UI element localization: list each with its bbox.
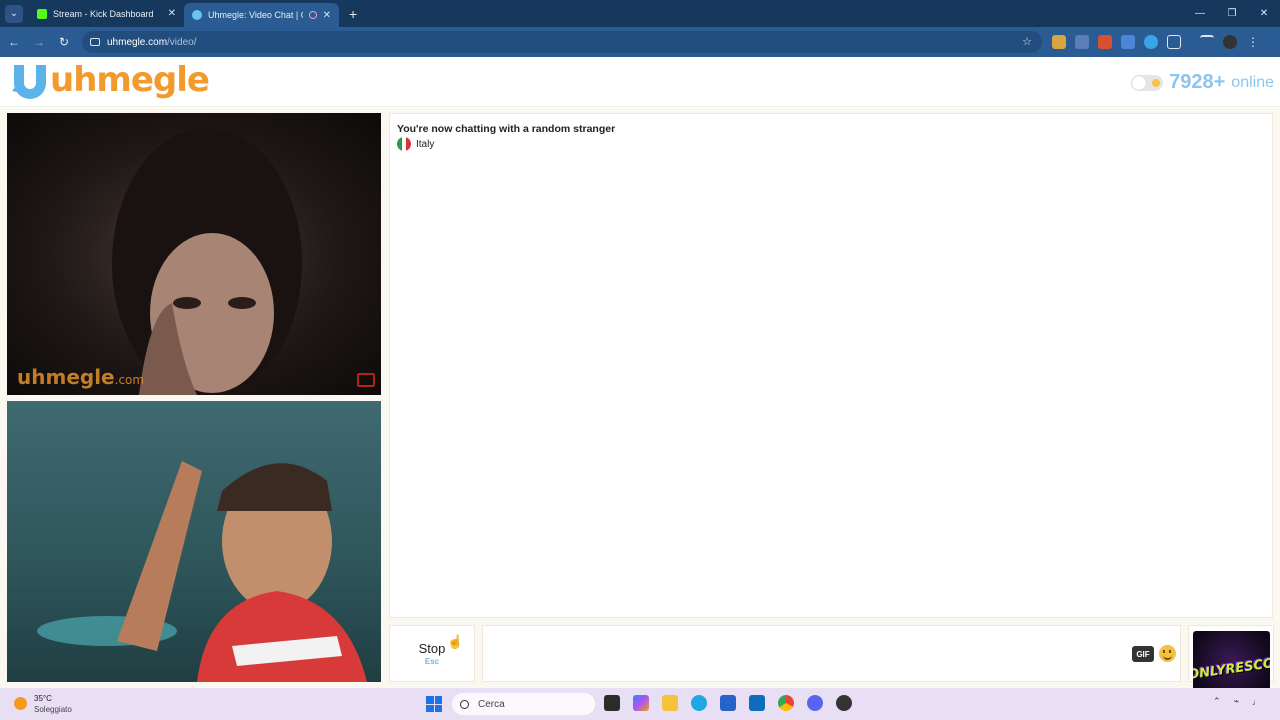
url-input[interactable]: uhmegle.com/video/ ☆ xyxy=(82,31,1042,53)
restore-icon[interactable]: ❐ xyxy=(1216,8,1248,19)
site-header: uhmegle 7928+ online xyxy=(0,57,1280,107)
taskbar-search-input[interactable]: Cerca xyxy=(452,693,595,715)
store-icon[interactable] xyxy=(720,695,736,711)
browser-menu-icon[interactable]: ⋮ xyxy=(1246,35,1260,49)
uhmegle-logo[interactable]: uhmegle xyxy=(8,60,210,101)
windows-taskbar: 35°C Soleggiato Cerca ⌃ ⌁ ♩ xyxy=(0,688,1280,720)
uhmegle-favicon-icon xyxy=(192,10,202,20)
logo-text: uhmegle xyxy=(50,60,210,100)
extensions-toolbar: ⋮ xyxy=(1052,35,1260,49)
window-controls: — ❐ ✕ xyxy=(1184,0,1280,27)
microphone-icon[interactable]: ♩ xyxy=(1252,697,1261,707)
country-name: Italy xyxy=(416,138,435,150)
search-placeholder: Cerca xyxy=(478,698,505,710)
bookmark-star-icon[interactable]: ☆ xyxy=(1022,35,1032,48)
task-view-icon[interactable] xyxy=(604,695,620,711)
italy-flag-icon xyxy=(397,137,411,151)
extensions-puzzle-icon[interactable] xyxy=(1167,35,1181,49)
self-video xyxy=(7,401,381,682)
emoji-icon[interactable] xyxy=(1159,645,1176,662)
system-tray: ⌃ ⌁ ♩ xyxy=(1213,696,1280,707)
kick-favicon-icon xyxy=(37,8,47,19)
tab-bar: ⌄ Stream - Kick Dashboard ✕ Uhmegle: Vid… xyxy=(0,0,1280,27)
back-icon[interactable]: ← xyxy=(3,35,25,49)
copilot-icon[interactable] xyxy=(633,695,649,711)
online-label: online xyxy=(1231,73,1274,91)
chrome-icon[interactable] xyxy=(778,695,794,711)
site-info-icon[interactable] xyxy=(90,38,100,46)
forward-icon[interactable]: → xyxy=(28,35,50,49)
close-window-icon[interactable]: ✕ xyxy=(1248,8,1280,19)
stranger-video-frame xyxy=(112,128,302,395)
online-count: 7928+ xyxy=(1169,71,1226,93)
close-tab-icon[interactable]: ✕ xyxy=(323,10,331,21)
tab-title: Stream - Kick Dashboard xyxy=(53,8,154,19)
weather-temperature: 35°C xyxy=(34,694,52,703)
discord-icon[interactable] xyxy=(807,695,823,711)
edge-icon[interactable] xyxy=(691,695,707,711)
minimize-icon[interactable]: — xyxy=(1184,8,1216,19)
stop-label: Stop xyxy=(418,641,446,656)
report-flag-icon[interactable] xyxy=(357,373,375,387)
app-icon[interactable] xyxy=(836,695,852,711)
extension-icon[interactable] xyxy=(1075,35,1089,49)
search-icon xyxy=(460,699,469,709)
url-text: uhmegle.com/video/ xyxy=(107,36,197,48)
online-indicator: 7928+ online xyxy=(1131,71,1274,94)
stranger-video: uhmegle.com xyxy=(7,113,381,395)
extension-icon[interactable] xyxy=(1098,35,1112,49)
close-tab-icon[interactable]: ✕ xyxy=(168,8,176,19)
tab-uhmegle[interactable]: Uhmegle: Video Chat | Ome ✕ xyxy=(184,3,339,27)
overlay-logo-text: ONLYRESCO xyxy=(1193,656,1270,683)
new-tab-button[interactable]: + xyxy=(349,6,357,22)
uhmegle-watermark: uhmegle.com xyxy=(17,365,145,389)
sun-icon xyxy=(1152,78,1161,87)
stop-shortcut-hint: Esc xyxy=(424,657,440,666)
hand-cursor-icon: ☝ xyxy=(447,634,464,649)
network-icon[interactable]: ⌁ xyxy=(1234,696,1239,707)
extension-icon[interactable] xyxy=(1144,35,1158,49)
message-input[interactable]: GIF xyxy=(482,625,1181,682)
recording-indicator-icon xyxy=(308,11,317,19)
logo-mark-icon xyxy=(12,65,46,99)
translate-extension-icon[interactable] xyxy=(1121,35,1135,49)
tab-title: Uhmegle: Video Chat | Ome xyxy=(208,10,303,20)
chat-log: You're now chatting with a random strang… xyxy=(389,113,1273,618)
tray-chevron-icon[interactable]: ⌃ xyxy=(1213,696,1221,707)
profile-avatar[interactable] xyxy=(1223,35,1237,49)
pinned-apps xyxy=(604,695,852,711)
outlook-icon[interactable] xyxy=(749,695,765,711)
sun-weather-icon[interactable] xyxy=(14,697,27,710)
windows-start-icon[interactable] xyxy=(426,696,442,712)
tab-search-chevron-icon[interactable]: ⌄ xyxy=(5,4,23,23)
toggle-knob xyxy=(1132,75,1147,90)
extension-icon[interactable] xyxy=(1052,35,1066,49)
file-explorer-icon[interactable] xyxy=(662,695,678,711)
reload-icon[interactable]: ↻ xyxy=(53,35,75,49)
theme-toggle[interactable] xyxy=(1131,74,1164,91)
gif-button[interactable]: GIF xyxy=(1132,646,1154,662)
reading-list-icon[interactable] xyxy=(1200,35,1214,49)
chat-status-message: You're now chatting with a random strang… xyxy=(397,123,616,135)
self-video-frame xyxy=(37,461,367,682)
stranger-country: Italy xyxy=(397,137,434,151)
weather-description: Soleggiato xyxy=(34,705,72,714)
tab-kick-dashboard[interactable]: Stream - Kick Dashboard ✕ xyxy=(29,0,184,27)
